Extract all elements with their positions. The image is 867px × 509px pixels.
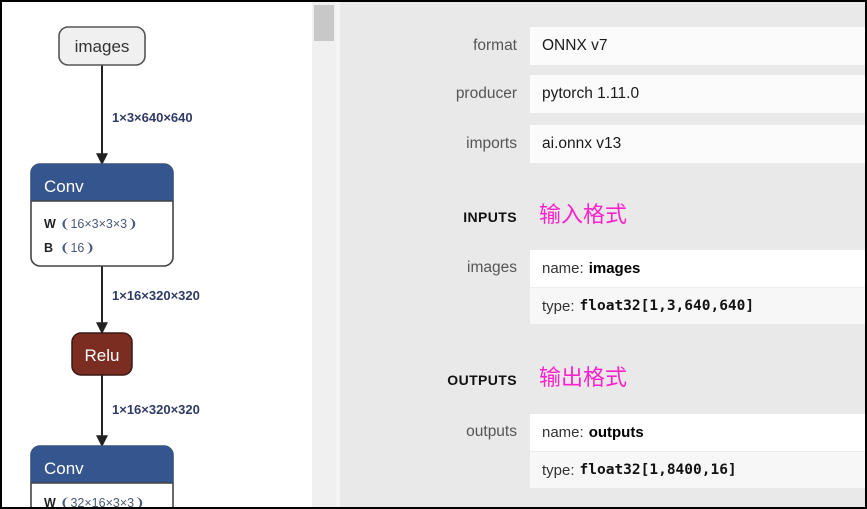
section-title: INPUTS <box>463 209 517 225</box>
property-row-producer: producer pytorch 1.11.0 <box>340 75 865 113</box>
io-entry-label: outputs <box>466 423 517 440</box>
node-attr-key: B <box>44 241 53 255</box>
property-label: format <box>473 37 517 54</box>
io-name-value: outputs <box>588 424 644 441</box>
property-row-imports: imports ai.onnx v13 <box>340 125 865 163</box>
node-label: Relu <box>85 346 120 365</box>
io-entry-card[interactable]: name: images type: float32[1,3,640,640] <box>530 250 865 324</box>
inputs-annotation-text: 输入格式 <box>539 203 628 228</box>
inputs-section-header: INPUTS 输入格式 <box>340 197 627 229</box>
io-type-key: type: <box>542 461 575 479</box>
node-attr-key: W <box>44 217 56 231</box>
io-name-key: name: <box>542 260 584 277</box>
io-entry-name-line: name: outputs <box>530 414 865 451</box>
graph-node-images-input[interactable]: images <box>58 26 146 66</box>
graph-vertical-scrollbar[interactable] <box>312 2 336 507</box>
property-value: pytorch 1.11.0 <box>530 75 865 113</box>
io-type-key: type: <box>542 297 575 315</box>
graph-edge-relu1-conv2[interactable]: 1×16×320×320 <box>96 375 200 448</box>
graph-node-conv-2[interactable]: Conv W ❨32×16×3×3❩ <box>30 445 174 509</box>
node-attr-value: ❨16×3×3×3❩ <box>60 217 138 231</box>
input-entry-images: images name: images type: float32[1,3,64… <box>340 250 865 324</box>
node-attr-value: ❨32×16×3×3❩ <box>60 496 145 509</box>
io-entry-name-line: name: images <box>530 250 865 287</box>
io-entry-type-line: type: float32[1,3,640,640] <box>530 287 865 324</box>
io-entry-type-line: type: float32[1,8400,16] <box>530 451 865 488</box>
graph-node-conv-1[interactable]: Conv W ❨16×3×3×3❩ B ❨16❩ <box>30 163 174 267</box>
section-title: OUTPUTS <box>447 372 517 388</box>
edge-label: 1×3×640×640 <box>112 110 193 125</box>
model-properties-panel: format ONNX v7 producer pytorch 1.11.0 i… <box>340 2 865 507</box>
property-row-format: format ONNX v7 <box>340 27 865 65</box>
graph-edge-conv1-relu1[interactable]: 1×16×320×320 <box>96 266 200 335</box>
io-name-value: images <box>588 260 641 277</box>
node-attr-value: ❨16❩ <box>60 241 95 255</box>
io-type-value: float32[1,3,640,640] <box>579 298 755 314</box>
io-entry-card[interactable]: name: outputs type: float32[1,8400,16] <box>530 414 865 488</box>
edge-label: 1×16×320×320 <box>112 402 200 417</box>
property-label: producer <box>455 85 517 102</box>
property-label: imports <box>466 135 517 152</box>
property-value: ai.onnx v13 <box>530 125 865 163</box>
node-label: Conv <box>44 177 84 196</box>
node-label: Conv <box>44 459 84 478</box>
edge-label: 1×16×320×320 <box>112 288 200 303</box>
node-label: images <box>75 37 130 56</box>
node-attr-key: W <box>44 496 56 509</box>
graph-svg: 1×3×640×640 1×16×320×320 1×16×320×320 im… <box>30 26 200 509</box>
graph-node-relu-1[interactable]: Relu <box>71 332 133 376</box>
io-entry-label: images <box>467 259 517 276</box>
outputs-section-header: OUTPUTS 输出格式 <box>340 360 627 392</box>
property-value: ONNX v7 <box>530 27 865 65</box>
io-type-value: float32[1,8400,16] <box>579 462 737 478</box>
outputs-annotation-text: 输出格式 <box>539 366 628 391</box>
output-entry-outputs: outputs name: outputs type: float32[1,84… <box>340 414 865 488</box>
scrollbar-thumb[interactable] <box>314 5 334 41</box>
graph-edge-images-conv1[interactable]: 1×3×640×640 <box>96 64 193 166</box>
netron-model-viewer: 1×3×640×640 1×16×320×320 1×16×320×320 im… <box>0 0 867 509</box>
model-graph-canvas[interactable]: 1×3×640×640 1×16×320×320 1×16×320×320 im… <box>2 2 312 509</box>
io-name-key: name: <box>542 424 584 441</box>
